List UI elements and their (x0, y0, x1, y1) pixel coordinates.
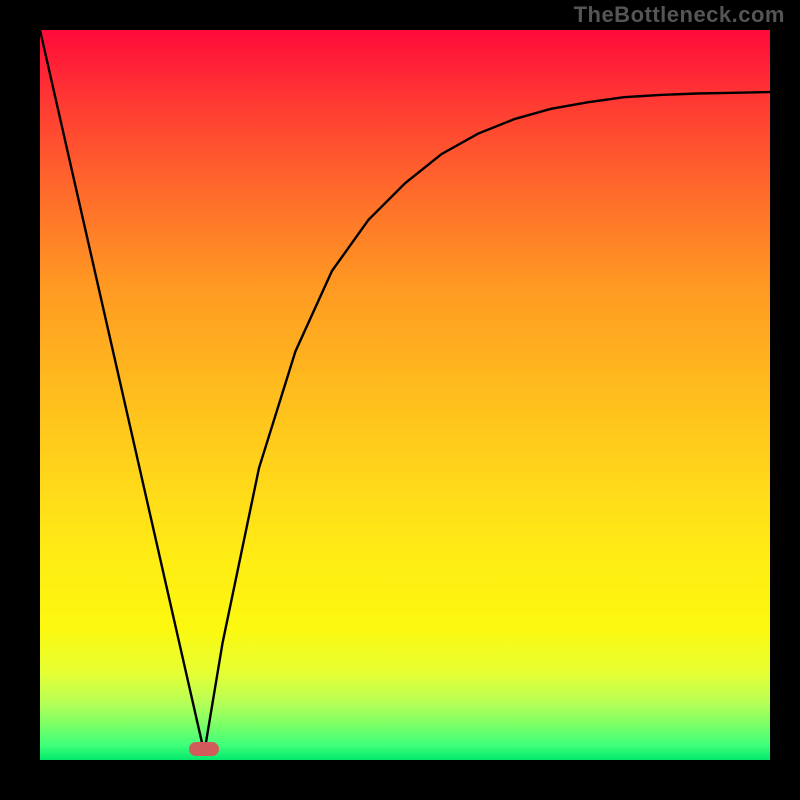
bottleneck-curve (40, 30, 770, 760)
plot-area (40, 30, 770, 760)
curve-path (40, 30, 770, 753)
chart-frame: TheBottleneck.com (0, 0, 800, 800)
watermark-text: TheBottleneck.com (574, 2, 785, 28)
optimal-point-marker (189, 742, 219, 756)
